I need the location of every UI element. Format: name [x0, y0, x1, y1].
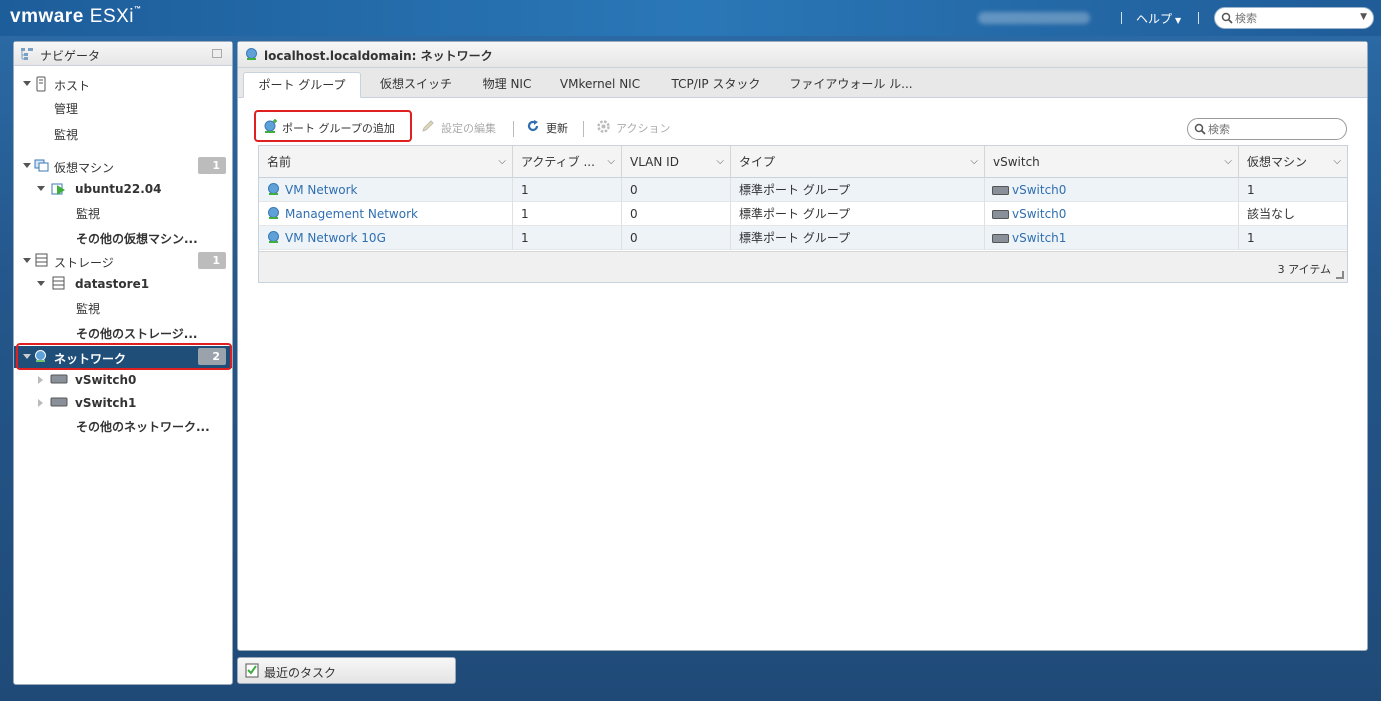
highlight-box	[16, 343, 232, 370]
tab-vmkernel-nics[interactable]: VMkernel NIC	[552, 72, 648, 98]
port-groups-table: 名前 ⌵ アクティブ ... ⌵ VLAN ID ⌵ タイプ ⌵ vSwitch ⌵ 仮想…	[258, 145, 1348, 283]
vswitch-icon	[992, 234, 1009, 243]
table-row[interactable]: VM Network 1 0 標準ポート グループ vSwitch0 1	[259, 178, 1347, 202]
chevron-down-icon: ⌵	[607, 156, 615, 167]
separator	[513, 121, 514, 137]
chevron-down-icon[interactable]: ▼	[1360, 12, 1367, 22]
tab-physical-nics[interactable]: 物理 NIC	[472, 72, 542, 98]
nav-item-more-vms[interactable]: その他の仮想マシン...	[14, 226, 232, 248]
vm-running-icon	[51, 183, 65, 195]
network-icon	[246, 48, 257, 60]
collapse-icon[interactable]	[212, 49, 222, 58]
grid-search-input[interactable]	[1208, 121, 1338, 137]
help-menu[interactable]: ヘルプ ▼	[1136, 10, 1181, 27]
main-header: localhost.localdomain: ネットワーク	[238, 42, 1367, 68]
chevron-down-icon: ⌵	[1224, 156, 1232, 167]
refresh-icon	[527, 120, 539, 132]
vm-icon	[34, 159, 49, 172]
table-row[interactable]: VM Network 10G 1 0 標準ポート グループ vSwitch1 1	[259, 226, 1347, 250]
column-header-active-ports[interactable]: アクティブ ... ⌵	[513, 146, 622, 178]
expand-icon[interactable]	[23, 81, 31, 86]
chevron-down-icon: ⌵	[498, 156, 506, 167]
separator	[1198, 12, 1199, 24]
nav-item-host[interactable]: ホスト	[14, 73, 232, 95]
chevron-down-icon: ⌵	[970, 156, 978, 167]
item-count: 3 アイテム	[1277, 263, 1331, 276]
tab-port-groups[interactable]: ポート グループ	[243, 72, 361, 98]
navigator-header: ナビゲータ	[14, 42, 232, 66]
table-header: 名前 ⌵ アクティブ ... ⌵ VLAN ID ⌵ タイプ ⌵ vSwitch ⌵ 仮想…	[259, 146, 1347, 178]
nav-item-vswitch1[interactable]: vSwitch1	[14, 392, 232, 414]
nav-item-vm-monitor[interactable]: 監視	[14, 201, 232, 223]
vswitch-link[interactable]: vSwitch0	[985, 202, 1239, 226]
port-group-name[interactable]: Management Network	[259, 202, 513, 226]
column-header-vswitch[interactable]: vSwitch ⌵	[985, 146, 1239, 178]
tab-firewall-rules[interactable]: ファイアウォール ル...	[786, 72, 916, 98]
vswitch-icon	[50, 374, 68, 384]
recent-tasks-tab[interactable]: 最近のタスク	[237, 657, 456, 684]
tab-tcpip-stacks[interactable]: TCP/IP スタック	[660, 72, 772, 98]
main-panel: localhost.localdomain: ネットワーク ポート グループ 仮…	[237, 41, 1368, 651]
port-group-name[interactable]: VM Network 10G	[259, 226, 513, 250]
nav-item-more-storage[interactable]: その他のストレージ...	[14, 321, 232, 343]
nav-item-vswitch0[interactable]: vSwitch0	[14, 369, 232, 391]
port-group-name[interactable]: VM Network	[259, 178, 513, 202]
nav-item-datastore-monitor[interactable]: 監視	[14, 296, 232, 318]
separator	[1121, 12, 1122, 24]
resize-handle-icon[interactable]	[1336, 271, 1344, 279]
storage-icon	[35, 253, 48, 267]
expand-icon[interactable]	[37, 281, 45, 286]
column-header-vms[interactable]: 仮想マシン ⌵	[1239, 146, 1347, 178]
global-search[interactable]: ▼	[1214, 7, 1374, 29]
chevron-down-icon: ⌵	[1333, 156, 1341, 167]
navigator-title: ナビゲータ	[40, 49, 101, 63]
top-bar: vmwareESXi™ ヘルプ▼ ▼	[0, 0, 1381, 36]
nav-item-virtual-machines[interactable]: 仮想マシン 1	[14, 155, 232, 177]
nav-item-more-networks[interactable]: その他のネットワーク...	[14, 414, 232, 436]
username-blurred[interactable]	[978, 12, 1090, 24]
vm-count-badge: 1	[198, 157, 226, 174]
nav-item-host-manage[interactable]: 管理	[14, 96, 232, 118]
vswitch-icon	[992, 186, 1009, 195]
network-icon	[268, 231, 279, 243]
expand-icon[interactable]	[38, 376, 43, 384]
vswitch-link[interactable]: vSwitch0	[985, 178, 1239, 202]
vmware-esxi-logo: vmware ESXi™	[10, 6, 142, 27]
vswitch-icon	[992, 210, 1009, 219]
network-icon	[268, 207, 279, 219]
column-header-type[interactable]: タイプ ⌵	[731, 146, 985, 178]
network-icon	[268, 183, 279, 195]
highlight-box	[254, 110, 412, 142]
expand-icon[interactable]	[23, 258, 31, 263]
nav-item-datastore1[interactable]: datastore1	[14, 273, 232, 295]
tasks-icon	[245, 663, 259, 678]
host-icon	[36, 76, 46, 92]
column-header-name[interactable]: 名前 ⌵	[259, 146, 513, 178]
tab-bar: ポート グループ 仮想スイッチ 物理 NIC VMkernel NIC TCP/…	[238, 68, 1367, 98]
table-footer: 3 アイテム	[259, 251, 1347, 282]
separator	[583, 121, 584, 137]
expand-icon[interactable]	[37, 186, 45, 191]
gear-icon	[597, 120, 610, 133]
expand-icon[interactable]	[23, 163, 31, 168]
vswitch-link[interactable]: vSwitch1	[985, 226, 1239, 250]
pencil-icon	[422, 120, 434, 132]
grid-search[interactable]	[1187, 118, 1347, 140]
nav-item-host-monitor[interactable]: 監視	[14, 122, 232, 144]
column-header-vlan-id[interactable]: VLAN ID ⌵	[622, 146, 731, 178]
vswitch-icon	[50, 397, 68, 407]
expand-icon[interactable]	[38, 399, 43, 407]
storage-count-badge: 1	[198, 252, 226, 269]
nav-item-vm-ubuntu[interactable]: ubuntu22.04	[14, 178, 232, 200]
table-row[interactable]: Management Network 1 0 標準ポート グループ vSwitc…	[259, 202, 1347, 226]
datastore-icon	[52, 276, 65, 290]
navigator-icon	[21, 48, 33, 60]
page-title: localhost.localdomain: ネットワーク	[264, 49, 493, 63]
nav-item-storage[interactable]: ストレージ 1	[14, 250, 232, 272]
tab-virtual-switches[interactable]: 仮想スイッチ	[366, 72, 466, 98]
search-icon	[1194, 123, 1206, 135]
search-icon	[1221, 12, 1233, 24]
global-search-input[interactable]	[1235, 10, 1355, 26]
chevron-down-icon: ⌵	[716, 156, 724, 167]
